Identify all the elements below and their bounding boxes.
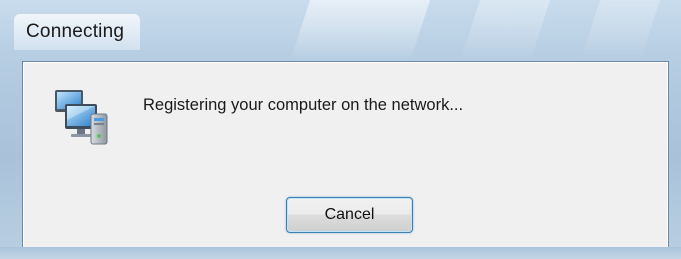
cancel-button[interactable]: Cancel xyxy=(286,197,413,233)
window-title: Connecting xyxy=(26,21,125,42)
status-message: Registering your computer on the network… xyxy=(143,96,464,114)
title-caption: Connecting xyxy=(14,14,141,50)
window-frame-bottom xyxy=(0,247,681,259)
dialog-content: Registering your computer on the network… xyxy=(22,61,669,249)
title-bar[interactable]: Connecting xyxy=(0,0,681,62)
network-computers-icon xyxy=(51,84,117,150)
dialog-window: Connecting Registering your computer on … xyxy=(0,0,681,259)
